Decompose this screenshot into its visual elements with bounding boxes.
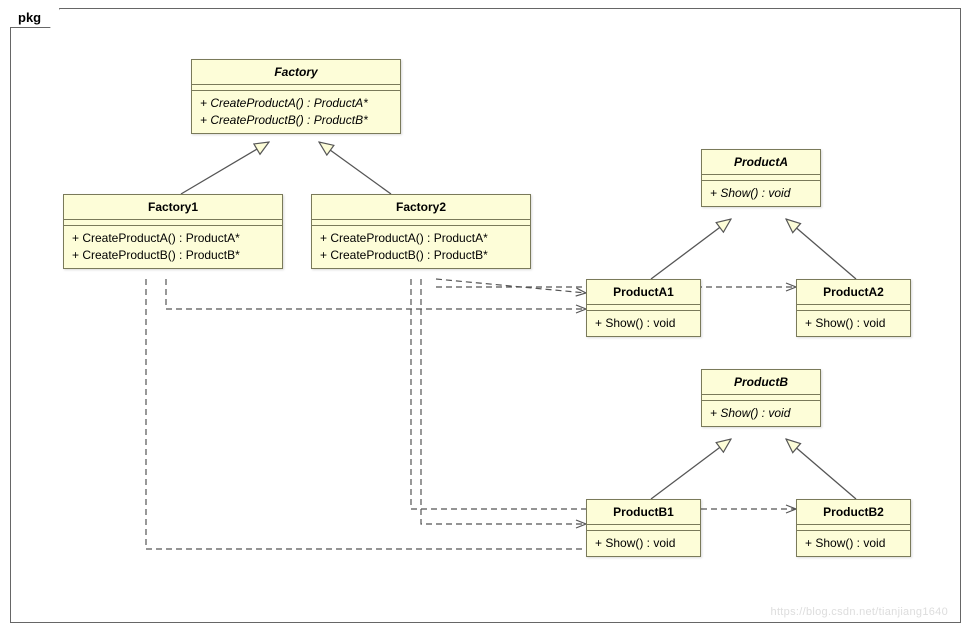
class-operation: + CreateProductB() : ProductB*: [320, 247, 522, 264]
class-operation: + Show() : void: [595, 315, 692, 332]
class-operations: + Show() : void: [797, 531, 910, 556]
class-name: Factory: [192, 60, 400, 85]
class-name: ProductB2: [797, 500, 910, 525]
class-operation: + CreateProductA() : ProductA*: [72, 230, 274, 247]
class-productb: ProductB + Show() : void: [701, 369, 821, 427]
gen-producta2-producta: [786, 219, 856, 279]
class-operations: + CreateProductA() : ProductA* + CreateP…: [312, 226, 530, 268]
gen-productb2-productb: [786, 439, 856, 499]
class-name: ProductA2: [797, 280, 910, 305]
class-name: ProductB1: [587, 500, 700, 525]
class-operation: + CreateProductA() : ProductA*: [320, 230, 522, 247]
class-operations: + Show() : void: [797, 311, 910, 336]
class-name: ProductB: [702, 370, 820, 395]
class-operations: + CreateProductA() : ProductA* + CreateP…: [64, 226, 282, 268]
class-factory: Factory + CreateProductA() : ProductA* +…: [191, 59, 401, 134]
gen-factory2-factory: [319, 142, 391, 194]
dep-factory1-productb1: [146, 279, 636, 549]
class-operations: + Show() : void: [587, 531, 700, 556]
gen-productb1-productb: [651, 439, 731, 499]
gen-producta1-producta: [651, 219, 731, 279]
class-operation: + Show() : void: [710, 405, 812, 422]
watermark: https://blog.csdn.net/tianjiang1640: [771, 606, 948, 618]
class-operation: + Show() : void: [595, 535, 692, 552]
class-name: Factory1: [64, 195, 282, 220]
package-frame: pkg: [10, 8, 961, 623]
package-name-tab: pkg: [10, 8, 60, 28]
class-operations: + Show() : void: [702, 401, 820, 426]
class-name: ProductA: [702, 150, 820, 175]
gen-factory1-factory: [181, 142, 269, 194]
dep-factory2-producta1: [436, 279, 586, 293]
class-productb1: ProductB1 + Show() : void: [586, 499, 701, 557]
class-operations: + CreateProductA() : ProductA* + CreateP…: [192, 91, 400, 133]
class-productb2: ProductB2 + Show() : void: [796, 499, 911, 557]
class-name: ProductA1: [587, 280, 700, 305]
class-operation: + Show() : void: [805, 315, 902, 332]
class-producta: ProductA + Show() : void: [701, 149, 821, 207]
class-name: Factory2: [312, 195, 530, 220]
class-producta2: ProductA2 + Show() : void: [796, 279, 911, 337]
package-name-label: pkg: [18, 10, 41, 25]
class-factory2: Factory2 + CreateProductA() : ProductA* …: [311, 194, 531, 269]
class-operation: + CreateProductB() : ProductB*: [200, 112, 392, 129]
class-operation: + Show() : void: [710, 185, 812, 202]
class-operation: + CreateProductB() : ProductB*: [72, 247, 274, 264]
dep-factory1-producta1: [166, 279, 586, 309]
class-operations: + Show() : void: [702, 181, 820, 206]
class-operations: + Show() : void: [587, 311, 700, 336]
class-producta1: ProductA1 + Show() : void: [586, 279, 701, 337]
dep-factory2-productb1: [421, 279, 586, 524]
class-operation: + Show() : void: [805, 535, 902, 552]
class-operation: + CreateProductA() : ProductA*: [200, 95, 392, 112]
class-factory1: Factory1 + CreateProductA() : ProductA* …: [63, 194, 283, 269]
